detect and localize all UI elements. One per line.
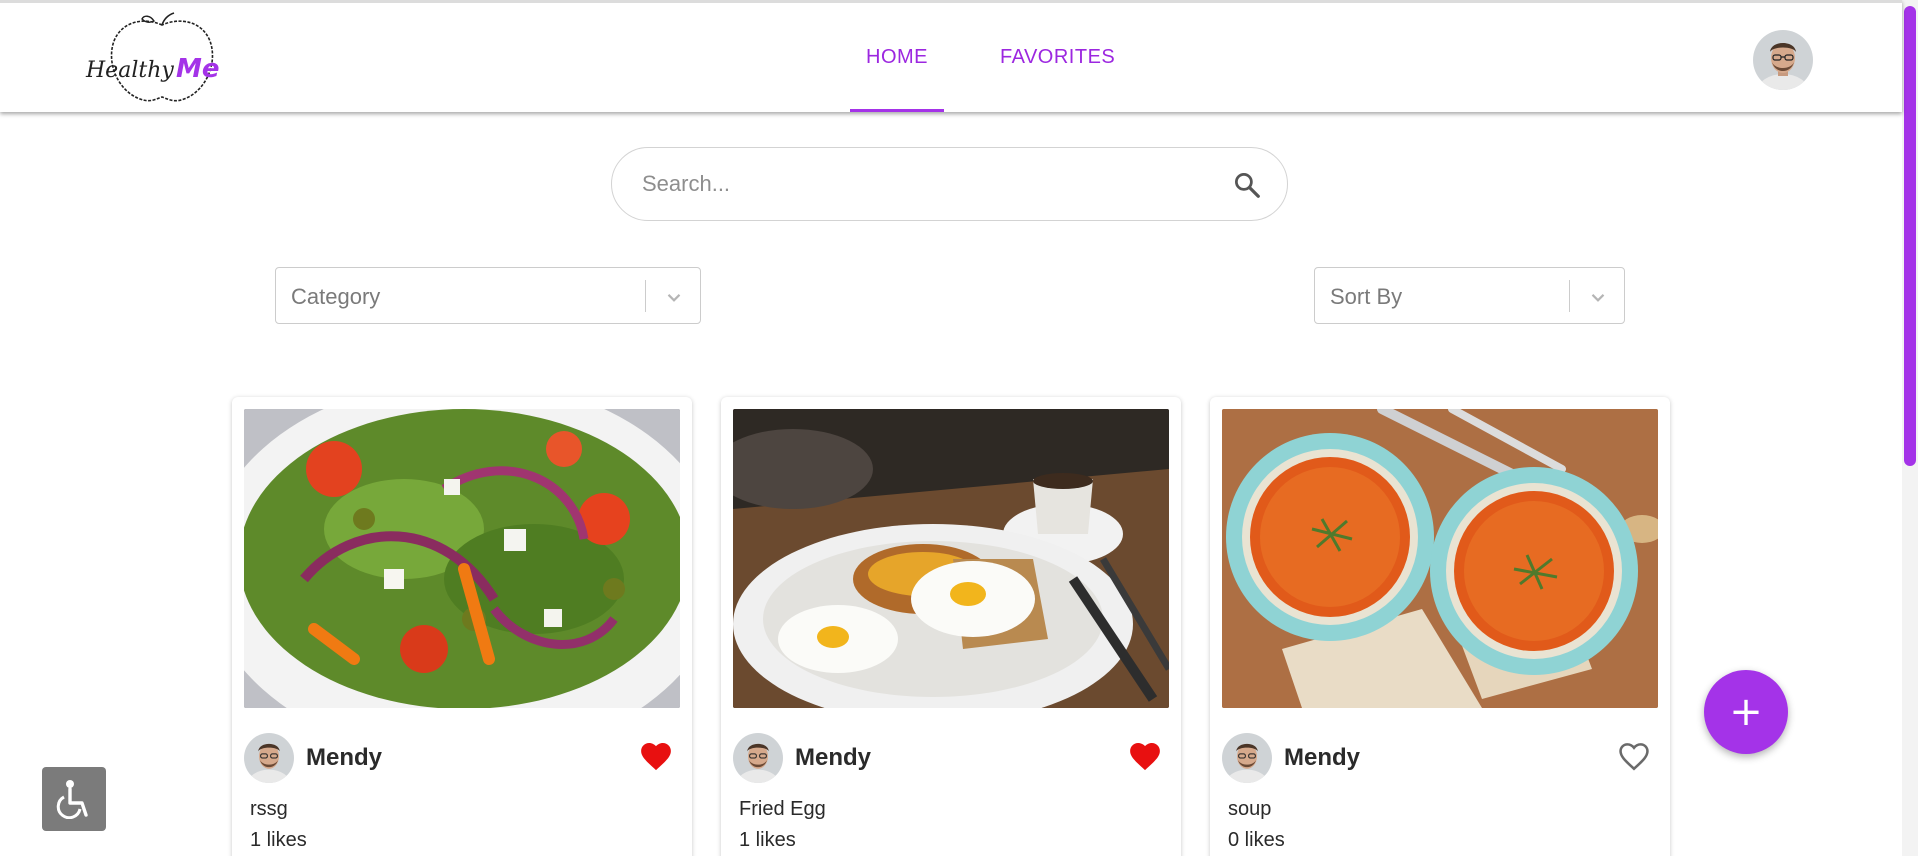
svg-text:Healthy: Healthy xyxy=(85,58,174,83)
recipe-title: Fried Egg xyxy=(739,798,826,820)
author-name: Mendy xyxy=(1284,744,1361,771)
scrollbar-thumb[interactable] xyxy=(1904,6,1916,466)
sort-by-select[interactable]: Sort By xyxy=(1314,267,1625,324)
search-bar xyxy=(611,147,1288,221)
author-avatar[interactable] xyxy=(244,733,294,783)
sort-by-select-placeholder: Sort By xyxy=(1330,284,1403,309)
search-icon[interactable] xyxy=(1232,170,1262,200)
select-separator xyxy=(1569,280,1570,312)
recipe-likes: 1 likes xyxy=(250,829,307,851)
recipe-title: rssg xyxy=(250,798,288,820)
recipe-card[interactable]: Mendy soup 0 likes xyxy=(1210,397,1670,856)
page: Healthy Me HOME FAVORITES Search... Cate… xyxy=(0,0,1918,856)
top-app-bar: Healthy Me HOME FAVORITES xyxy=(0,0,1902,112)
recipe-card[interactable]: Mendy Fried Egg 1 likes xyxy=(721,397,1181,856)
author-avatar[interactable] xyxy=(1222,733,1272,783)
svg-text:Me: Me xyxy=(176,54,220,84)
heart-filled-icon[interactable] xyxy=(639,740,673,772)
nav-tab-favorites[interactable]: FAVORITES xyxy=(984,3,1131,112)
heart-outline-icon[interactable] xyxy=(1617,740,1651,772)
healthyme-logo[interactable]: Healthy Me xyxy=(84,11,240,107)
category-select-placeholder: Category xyxy=(291,284,381,309)
author-name: Mendy xyxy=(306,744,383,771)
page-scrollbar[interactable] xyxy=(1902,0,1918,856)
recipe-likes: 0 likes xyxy=(1228,829,1285,851)
category-select[interactable]: Category xyxy=(275,267,701,324)
recipe-title: soup xyxy=(1228,798,1272,820)
recipe-image-salad[interactable] xyxy=(244,409,680,708)
recipe-image-fried-egg[interactable] xyxy=(733,409,1169,708)
select-separator xyxy=(645,280,646,312)
recipe-card[interactable]: Mendy rssg 1 likes xyxy=(232,397,692,856)
search-input[interactable] xyxy=(642,164,1182,204)
plus-icon: + xyxy=(1729,689,1763,735)
recipe-image-soup[interactable] xyxy=(1222,409,1658,708)
main-nav: HOME FAVORITES xyxy=(850,3,1171,112)
user-avatar[interactable] xyxy=(1753,30,1813,90)
author-name: Mendy xyxy=(795,744,872,771)
author-avatar[interactable] xyxy=(733,733,783,783)
nav-tab-home[interactable]: HOME xyxy=(850,3,944,112)
chevron-down-icon[interactable] xyxy=(663,286,685,308)
recipe-likes: 1 likes xyxy=(739,829,796,851)
accessibility-button[interactable] xyxy=(42,767,106,831)
add-recipe-button[interactable]: + xyxy=(1704,670,1788,754)
heart-filled-icon[interactable] xyxy=(1128,740,1162,772)
wheelchair-icon xyxy=(56,780,88,819)
chevron-down-icon[interactable] xyxy=(1587,286,1609,308)
